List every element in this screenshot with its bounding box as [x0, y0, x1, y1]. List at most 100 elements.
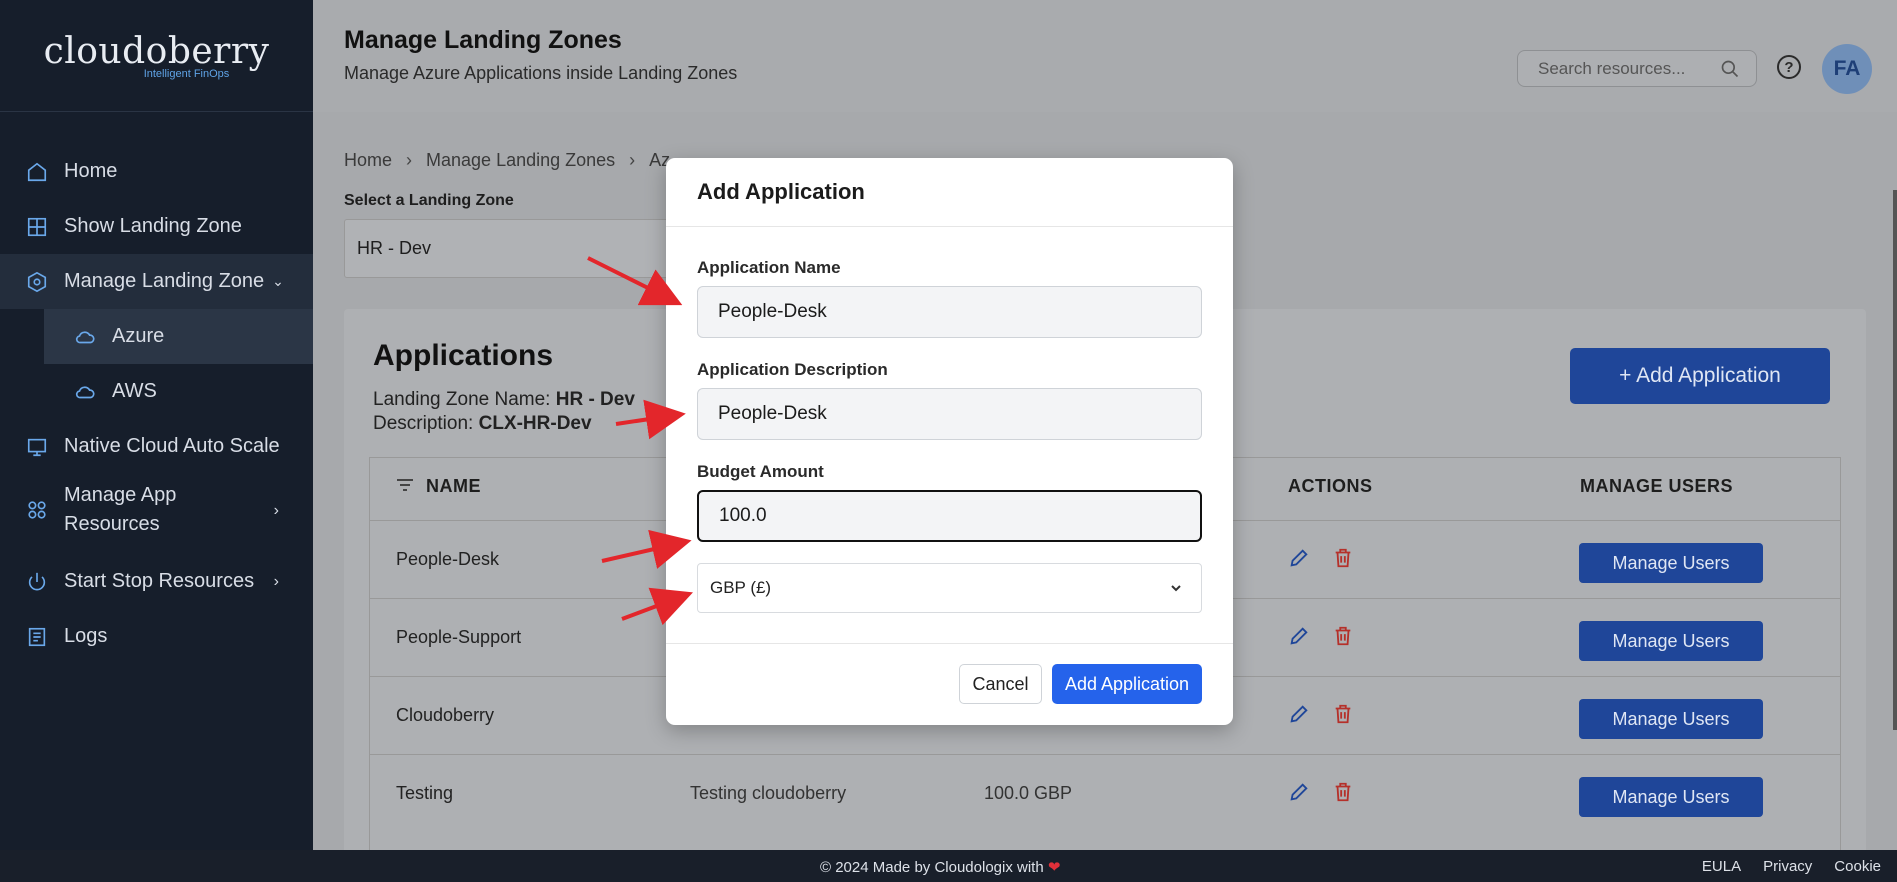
brand-name: cloudoberry	[43, 30, 270, 72]
chevron-down-icon	[1169, 580, 1183, 600]
sidebar-item-show-landing-zone[interactable]: Show Landing Zone	[0, 199, 313, 254]
landing-zone-label: Select a Landing Zone	[344, 192, 514, 209]
search-input[interactable]: Search resources...	[1517, 50, 1757, 87]
breadcrumb-home[interactable]: Home	[344, 150, 392, 171]
cloud-icon	[74, 326, 96, 348]
manage-users-button[interactable]: Manage Users	[1579, 543, 1763, 583]
footer-link-privacy[interactable]: Privacy	[1763, 858, 1812, 875]
modal-title: Add Application	[666, 158, 1233, 227]
footer-copyright-text: © 2024 Made by Cloudologix with	[820, 859, 1044, 876]
sidebar-item-manage-app-resources[interactable]: Manage App Resources ›	[0, 475, 313, 545]
column-header-actions: ACTIONS	[1288, 476, 1373, 496]
chevron-down-icon: ⌄	[272, 273, 284, 289]
sidebar-item-label: AWS	[112, 380, 157, 402]
sidebar-item-label: Azure	[112, 325, 165, 347]
sidebar-item-label: Show Landing Zone	[64, 215, 242, 237]
modal-footer-divider	[666, 643, 1233, 644]
cell-name: Cloudoberry	[396, 705, 495, 725]
delete-icon[interactable]	[1332, 781, 1356, 805]
cell-budget: 100.0 GBP	[984, 783, 1073, 803]
add-application-modal: Add Application Application Name People-…	[666, 158, 1233, 725]
application-description-label: Application Description	[697, 360, 888, 379]
breadcrumb: Home › Manage Landing Zones › Az	[344, 150, 684, 171]
application-name-input[interactable]: People-Desk	[697, 286, 1202, 338]
sidebar-item-start-stop-resources[interactable]: Start Stop Resources ›	[0, 554, 313, 609]
sidebar-item-aws[interactable]: AWS	[0, 364, 313, 419]
currency-select-value: GBP (£)	[710, 578, 772, 597]
manage-users-button[interactable]: Manage Users	[1579, 777, 1763, 817]
monitor-icon	[26, 436, 48, 458]
sidebar-item-label: Start Stop Resources	[64, 570, 255, 592]
budget-amount-label: Budget Amount	[697, 462, 824, 481]
search-icon	[1720, 59, 1740, 84]
sidebar-item-home[interactable]: Home	[0, 144, 313, 199]
apps-icon	[26, 499, 48, 521]
sidebar-item-native-cloud-auto-scale[interactable]: Native Cloud Auto Scale	[0, 419, 313, 474]
sidebar-item-label: Logs	[64, 625, 108, 647]
edit-icon[interactable]	[1288, 781, 1312, 805]
breadcrumb-manage-landing-zones[interactable]: Manage Landing Zones	[426, 150, 615, 171]
sidebar-item-label: Manage Landing Zone	[64, 270, 265, 292]
cloud-icon	[74, 381, 96, 403]
hexagon-icon	[26, 271, 48, 293]
cell-name: People-Support	[396, 627, 522, 647]
footer-copyright: © 2024 Made by Cloudologix with ❤	[820, 858, 1060, 876]
edit-icon[interactable]	[1288, 703, 1312, 727]
sidebar-item-manage-landing-zone[interactable]: Manage Landing Zone ⌄	[0, 254, 313, 309]
delete-icon[interactable]	[1332, 547, 1356, 571]
budget-amount-input[interactable]: 100.0	[697, 490, 1202, 542]
page-subtitle: Manage Azure Applications inside Landing…	[344, 63, 738, 83]
cancel-button[interactable]: Cancel	[959, 664, 1042, 704]
brand-tagline: Intelligent FinOps	[143, 67, 230, 80]
zone-description-label: Description:	[373, 413, 474, 434]
cell-name: Testing	[396, 783, 454, 803]
delete-icon[interactable]	[1332, 703, 1356, 727]
brand-logo[interactable]: cloudoberry Intelligent FinOps	[0, 0, 313, 112]
add-application-button[interactable]: + Add Application	[1570, 348, 1830, 404]
add-application-submit-button[interactable]: Add Application	[1052, 664, 1202, 704]
column-header-manage-users: MANAGE USERS	[1580, 476, 1734, 496]
manage-users-button[interactable]: Manage Users	[1579, 699, 1763, 739]
top-header: Manage Landing Zones Manage Azure Applic…	[313, 0, 1897, 112]
applications-title: Applications	[373, 339, 554, 372]
zone-name-value: HR - Dev	[555, 389, 635, 410]
chevron-right-icon: ›	[273, 572, 279, 590]
table-row: Testing Testing cloudoberry 100.0 GBP Ma…	[370, 754, 1840, 832]
cell-name: People-Desk	[396, 549, 500, 569]
footer-link-cookie[interactable]: Cookie	[1834, 858, 1881, 875]
grid-icon	[26, 216, 48, 238]
power-icon	[26, 571, 48, 593]
currency-select[interactable]: GBP (£)	[697, 563, 1202, 613]
document-icon	[26, 626, 48, 648]
home-icon	[26, 161, 48, 183]
zone-description-value: CLX-HR-Dev	[478, 413, 592, 434]
footer-link-eula[interactable]: EULA	[1702, 858, 1741, 875]
edit-icon[interactable]	[1288, 625, 1312, 649]
sidebar-item-label: Native Cloud Auto Scale	[64, 435, 280, 457]
page-title: Manage Landing Zones	[344, 26, 622, 54]
avatar[interactable]: FA	[1822, 44, 1872, 94]
cell-description: Testing cloudoberry	[690, 783, 847, 803]
delete-icon[interactable]	[1332, 625, 1356, 649]
filter-icon	[396, 476, 414, 497]
sidebar: cloudoberry Intelligent FinOps Home Show…	[0, 0, 313, 850]
application-description-input[interactable]: People-Desk	[697, 388, 1202, 440]
footer-links: EULA Privacy Cookie	[1702, 858, 1881, 875]
scrollbar[interactable]	[1893, 190, 1897, 730]
search-placeholder: Search resources...	[1538, 58, 1686, 78]
sidebar-item-azure[interactable]: Azure	[44, 309, 313, 364]
sidebar-item-label: Home	[64, 160, 118, 182]
landing-zone-meta: Landing Zone Name: HR - Dev Description:…	[373, 388, 635, 436]
sidebar-item-logs[interactable]: Logs	[0, 609, 313, 664]
column-header-name[interactable]: NAME	[396, 476, 481, 497]
sidebar-item-label: Manage App Resources	[64, 484, 177, 535]
footer: © 2024 Made by Cloudologix with ❤ EULA P…	[0, 850, 1897, 882]
manage-users-button[interactable]: Manage Users	[1579, 621, 1763, 661]
chevron-right-icon: ›	[406, 150, 413, 170]
heart-icon: ❤	[1047, 859, 1061, 876]
help-icon[interactable]: ?	[1777, 55, 1801, 79]
application-name-label: Application Name	[697, 258, 841, 277]
zone-name-label: Landing Zone Name:	[373, 389, 551, 410]
edit-icon[interactable]	[1288, 547, 1312, 571]
chevron-right-icon: ›	[273, 501, 279, 519]
